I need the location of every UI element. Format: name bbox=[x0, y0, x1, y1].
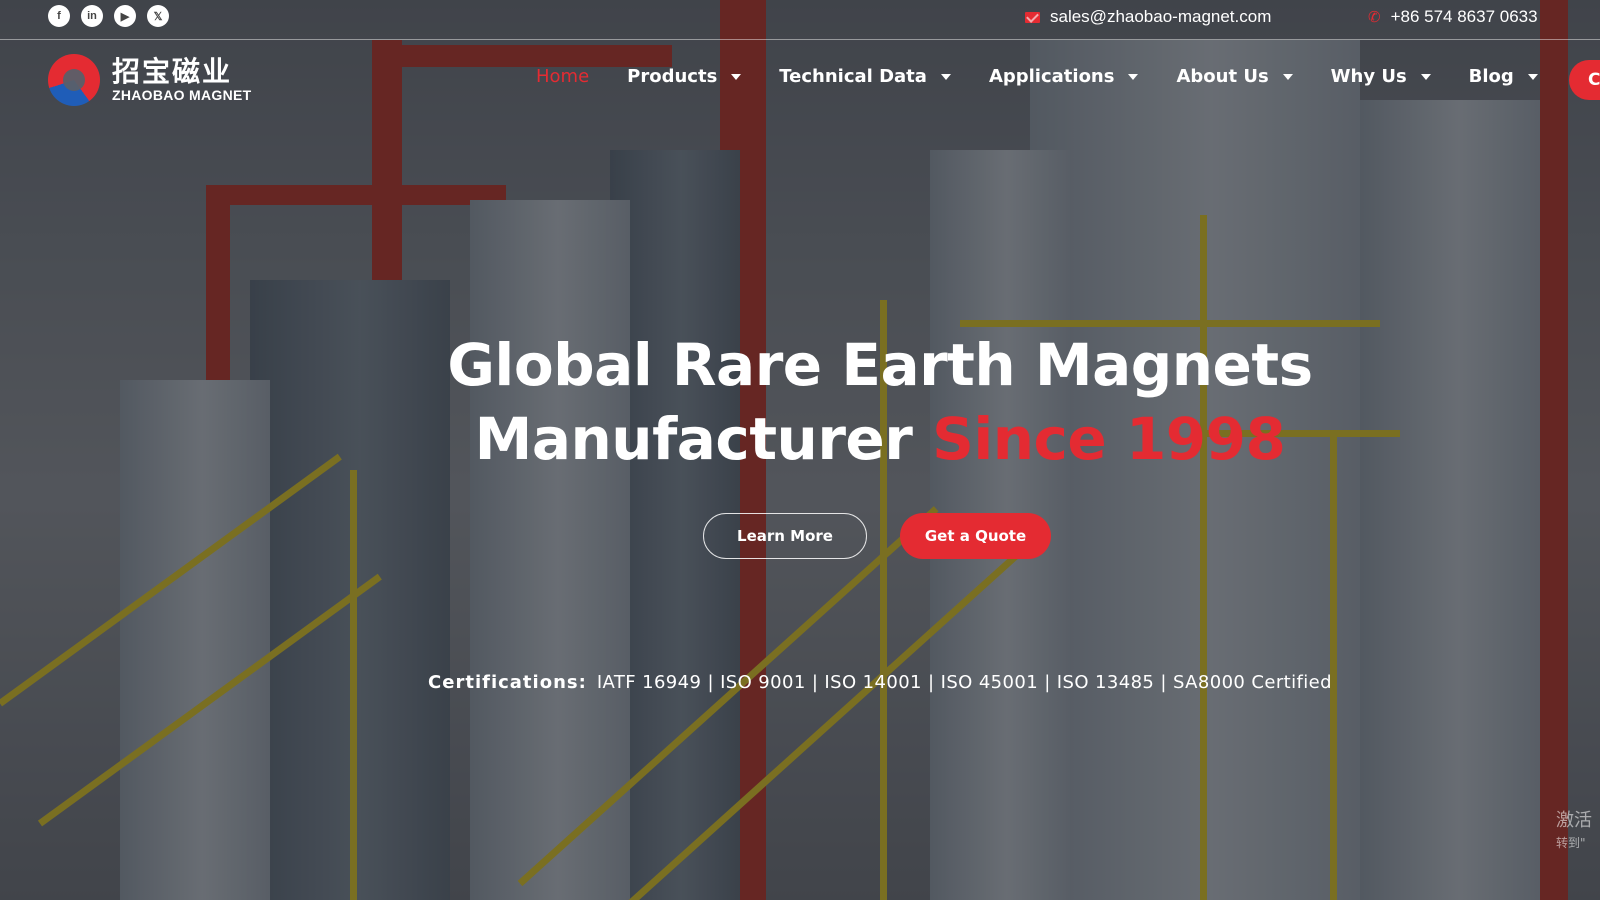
certifications-label: Certifications: bbox=[428, 672, 587, 693]
nav-item-why-us[interactable]: Why Us bbox=[1331, 66, 1431, 87]
facebook-icon[interactable]: f bbox=[48, 5, 70, 27]
chevron-down-icon bbox=[1420, 73, 1431, 80]
chevron-down-icon bbox=[731, 73, 742, 80]
nav-item-products[interactable]: Products bbox=[627, 66, 742, 87]
hero-title-line2: Manufacturer bbox=[474, 405, 913, 473]
top-bar: f in ▶ 𝕏 sales@zhaobao-magnet.com ✆ +86 … bbox=[0, 0, 1600, 40]
site-logo[interactable]: 招宝磁业 ZHAOBAO MAGNET bbox=[48, 54, 252, 106]
x-twitter-icon[interactable]: 𝕏 bbox=[147, 5, 169, 27]
hero-title-line1: Global Rare Earth Magnets bbox=[447, 331, 1313, 399]
chevron-down-icon bbox=[940, 73, 951, 80]
logo-english-name: ZHAOBAO MAGNET bbox=[112, 87, 252, 103]
get-a-quote-button[interactable]: Get a Quote bbox=[900, 513, 1051, 559]
certifications-line: Certifications: IATF 16949 | ISO 9001 | I… bbox=[0, 672, 1600, 693]
linkedin-icon[interactable]: in bbox=[81, 5, 103, 27]
youtube-icon[interactable]: ▶ bbox=[114, 5, 136, 27]
phone-link[interactable]: ✆ +86 574 8637 0633 bbox=[1368, 7, 1538, 27]
envelope-icon bbox=[1025, 11, 1040, 23]
watermark-line1: 激活 bbox=[1556, 810, 1592, 831]
nav-item-applications[interactable]: Applications bbox=[989, 66, 1139, 87]
learn-more-button[interactable]: Learn More bbox=[703, 513, 867, 559]
activation-watermark: 激活 转到" bbox=[1556, 810, 1592, 854]
nav-item-about-us[interactable]: About Us bbox=[1176, 66, 1293, 87]
nav-item-blog[interactable]: Blog bbox=[1469, 66, 1538, 87]
hero-title: Global Rare Earth Magnets Manufacturer S… bbox=[0, 328, 1600, 476]
chevron-down-icon bbox=[1128, 73, 1139, 80]
nav-item-technical-data[interactable]: Technical Data bbox=[779, 66, 951, 87]
logo-chinese-name: 招宝磁业 bbox=[112, 55, 233, 88]
chevron-down-icon bbox=[1527, 73, 1538, 80]
watermark-line2: 转到" bbox=[1556, 836, 1586, 850]
main-nav: Home Products Technical Data Application… bbox=[536, 66, 1576, 87]
nav-item-home[interactable]: Home bbox=[536, 66, 589, 87]
logo-text: 招宝磁业 ZHAOBAO MAGNET bbox=[112, 55, 252, 104]
chevron-down-icon bbox=[1282, 73, 1293, 80]
certifications-list: IATF 16949 | ISO 9001 | ISO 14001 | ISO … bbox=[596, 672, 1332, 693]
social-links: f in ▶ 𝕏 bbox=[48, 5, 169, 27]
phone-icon: ✆ bbox=[1368, 9, 1381, 26]
hero-title-accent: Since 1998 bbox=[932, 405, 1286, 473]
email-link[interactable]: sales@zhaobao-magnet.com bbox=[1025, 7, 1271, 27]
logo-mark-icon bbox=[48, 54, 100, 106]
email-text: sales@zhaobao-magnet.com bbox=[1050, 7, 1272, 26]
phone-text: +86 574 8637 0633 bbox=[1390, 7, 1538, 26]
